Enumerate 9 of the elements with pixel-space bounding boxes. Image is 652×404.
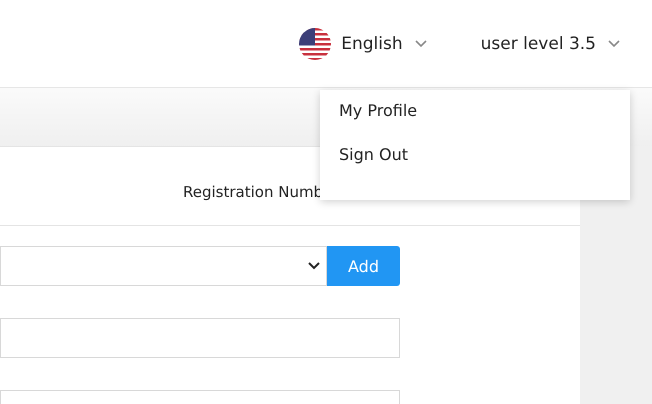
user-dropdown[interactable]: user level 3.5 bbox=[474, 30, 626, 58]
chevron-down-icon bbox=[608, 40, 620, 48]
input-field[interactable] bbox=[0, 318, 400, 358]
chevron-down-icon bbox=[308, 262, 320, 270]
language-dropdown[interactable]: English bbox=[335, 30, 433, 58]
menu-item[interactable]: Sign Out bbox=[320, 142, 630, 186]
flag-icon bbox=[299, 28, 332, 60]
select-field[interactable] bbox=[0, 246, 327, 286]
chevron-down-icon bbox=[414, 40, 427, 48]
